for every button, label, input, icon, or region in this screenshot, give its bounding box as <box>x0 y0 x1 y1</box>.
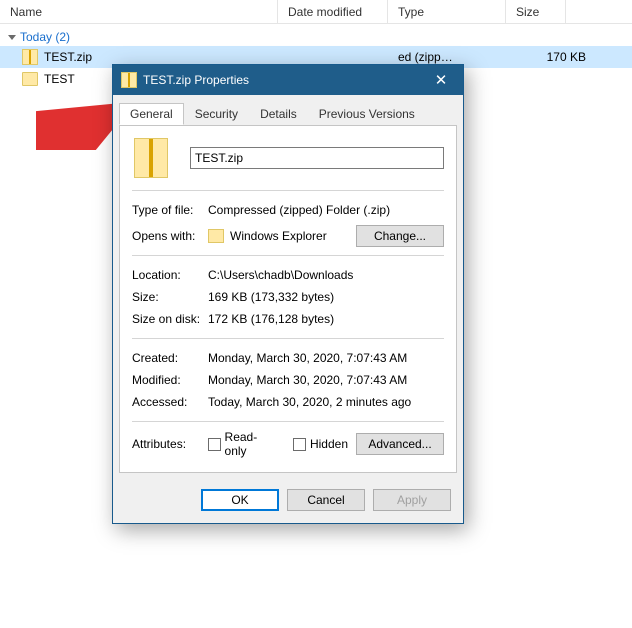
cancel-button[interactable]: Cancel <box>287 489 365 511</box>
divider <box>132 421 444 422</box>
label-size-on-disk: Size on disk: <box>132 312 208 326</box>
zip-icon <box>121 72 137 88</box>
label-attributes: Attributes: <box>132 437 208 451</box>
tab-previous-versions[interactable]: Previous Versions <box>308 103 426 125</box>
file-name: TEST.zip <box>44 50 92 64</box>
col-header-name[interactable]: Name <box>0 0 278 23</box>
label-type-of-file: Type of file: <box>132 203 208 217</box>
divider <box>132 190 444 191</box>
tab-body-general: Type of file: Compressed (zipped) Folder… <box>119 125 457 473</box>
col-header-date[interactable]: Date modified <box>278 0 388 23</box>
label-opens-with: Opens with: <box>132 229 208 243</box>
checkbox-icon <box>208 438 221 451</box>
dialog-titlebar[interactable]: TEST.zip Properties ✕ <box>113 65 463 95</box>
group-header-label: Today (2) <box>20 30 70 44</box>
label-created: Created: <box>132 351 208 365</box>
value-location: C:\Users\chadb\Downloads <box>208 268 444 282</box>
ok-button[interactable]: OK <box>201 489 279 511</box>
chevron-down-icon <box>8 35 16 40</box>
divider <box>132 338 444 339</box>
dialog-tabs: General Security Details Previous Versio… <box>119 101 457 125</box>
checkbox-hidden[interactable]: Hidden <box>293 437 348 451</box>
tab-general[interactable]: General <box>119 103 184 125</box>
value-accessed: Today, March 30, 2020, 2 minutes ago <box>208 395 444 409</box>
zip-icon <box>22 49 38 65</box>
value-type-of-file: Compressed (zipped) Folder (.zip) <box>208 203 444 217</box>
tab-details[interactable]: Details <box>249 103 308 125</box>
file-size: 170 KB <box>506 50 616 64</box>
column-headers: Name Date modified Type Size <box>0 0 632 24</box>
properties-dialog: TEST.zip Properties ✕ General Security D… <box>112 64 464 524</box>
label-size: Size: <box>132 290 208 304</box>
dialog-buttons: OK Cancel Apply <box>113 479 463 523</box>
label-modified: Modified: <box>132 373 208 387</box>
explorer-icon <box>208 229 224 243</box>
divider <box>132 255 444 256</box>
zip-icon <box>134 138 168 178</box>
value-created: Monday, March 30, 2020, 7:07:43 AM <box>208 351 444 365</box>
tab-security[interactable]: Security <box>184 103 249 125</box>
apply-button[interactable]: Apply <box>373 489 451 511</box>
close-icon: ✕ <box>435 71 448 89</box>
value-modified: Monday, March 30, 2020, 7:07:43 AM <box>208 373 444 387</box>
advanced-button[interactable]: Advanced... <box>356 433 444 455</box>
value-size-on-disk: 172 KB (176,128 bytes) <box>208 312 444 326</box>
filename-input[interactable] <box>190 147 444 169</box>
checkbox-readonly-label: Read-only <box>225 430 277 458</box>
col-header-size[interactable]: Size <box>506 0 566 23</box>
group-header-today[interactable]: Today (2) <box>0 24 632 46</box>
dialog-title: TEST.zip Properties <box>143 73 419 87</box>
value-size: 169 KB (173,332 bytes) <box>208 290 444 304</box>
file-name: TEST <box>44 72 75 86</box>
checkbox-icon <box>293 438 306 451</box>
change-button[interactable]: Change... <box>356 225 444 247</box>
checkbox-readonly[interactable]: Read-only <box>208 430 277 458</box>
close-button[interactable]: ✕ <box>419 65 463 95</box>
label-accessed: Accessed: <box>132 395 208 409</box>
value-opens-with: Windows Explorer <box>230 229 327 243</box>
label-location: Location: <box>132 268 208 282</box>
file-type: ed (zipp… <box>388 50 506 64</box>
checkbox-hidden-label: Hidden <box>310 437 348 451</box>
folder-icon <box>22 71 38 87</box>
col-header-type[interactable]: Type <box>388 0 506 23</box>
